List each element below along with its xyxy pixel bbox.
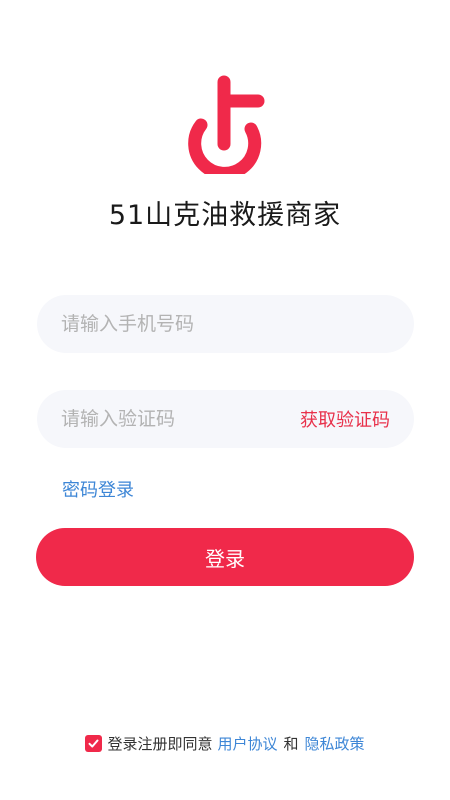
phone-field[interactable] xyxy=(37,295,414,353)
agreement-row: 登录注册即同意 用户协议 和 隐私政策 xyxy=(0,733,450,754)
verification-code-field[interactable]: 获取验证码 xyxy=(37,390,414,448)
password-login-link[interactable]: 密码登录 xyxy=(62,476,134,502)
login-button[interactable]: 登录 xyxy=(36,528,414,586)
agreement-checkbox[interactable] xyxy=(85,735,103,752)
user-agreement-link[interactable]: 用户协议 xyxy=(217,733,277,754)
privacy-policy-link[interactable]: 隐私政策 xyxy=(305,733,365,754)
brand-logo-icon xyxy=(180,74,266,180)
phone-input[interactable] xyxy=(61,313,390,335)
and-text: 和 xyxy=(283,735,299,753)
get-code-button[interactable]: 获取验证码 xyxy=(300,406,390,432)
checkmark-icon xyxy=(88,739,99,748)
agreement-text: 登录注册即同意 xyxy=(107,735,213,753)
verification-code-input[interactable] xyxy=(61,408,300,430)
app-title: 51山克油救援商家 xyxy=(108,200,342,231)
